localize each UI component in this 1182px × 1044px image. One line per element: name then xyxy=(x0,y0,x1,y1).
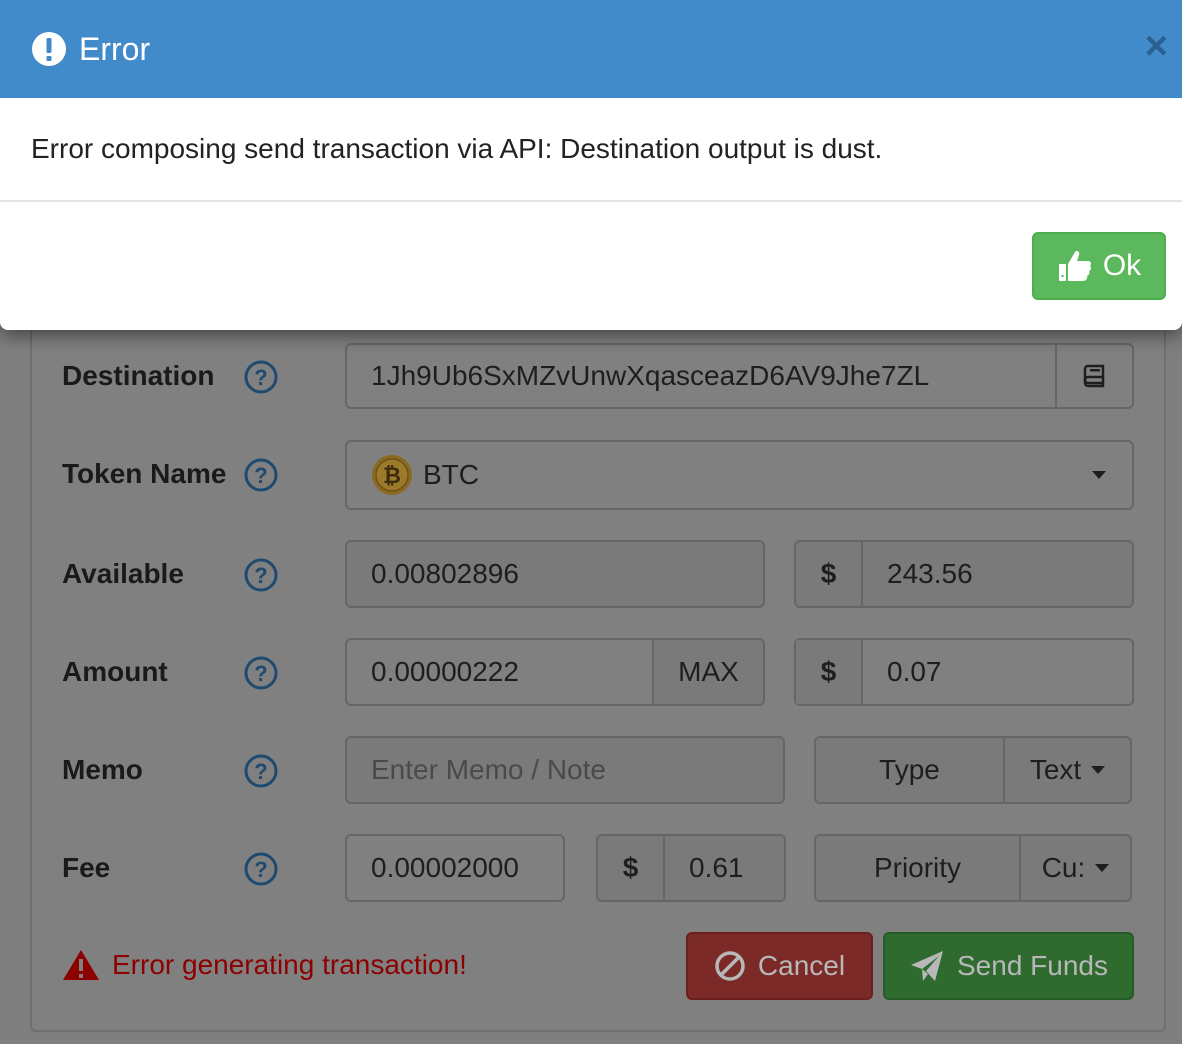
modal-message: Error composing send transaction via API… xyxy=(31,133,883,164)
svg-text:?: ? xyxy=(254,661,267,686)
destination-label: Destination xyxy=(62,360,215,391)
bitcoin-icon: ₿ xyxy=(372,455,412,495)
warning-icon xyxy=(63,950,99,980)
svg-text:?: ? xyxy=(254,365,267,390)
modal-header: Error × xyxy=(0,0,1182,98)
help-icon[interactable]: ? xyxy=(244,656,278,690)
fee-usd-value: 0.61 xyxy=(689,852,744,883)
memo-type-group: Type Text xyxy=(814,736,1132,804)
svg-text:?: ? xyxy=(254,563,267,588)
fee-label: Fee xyxy=(62,852,111,883)
svg-text:₿: ₿ xyxy=(383,463,401,488)
svg-text:?: ? xyxy=(254,463,267,488)
memo-type-value: Text xyxy=(1029,754,1082,785)
token-name-label: Token Name xyxy=(62,458,227,489)
help-icon[interactable]: ? xyxy=(244,852,278,886)
paper-plane-icon xyxy=(911,951,943,981)
available-usd-field: $ 243.56 xyxy=(794,540,1134,608)
chevron-down-icon xyxy=(1092,471,1106,479)
available-label: Available xyxy=(62,558,184,589)
memo-type-label: Type xyxy=(879,754,940,785)
token-value: BTC xyxy=(423,459,479,490)
priority-label: Priority xyxy=(873,852,962,883)
destination-input[interactable]: 1Jh9Ub6SxMZvUnwXqasceazD6AV9Jhe7ZL xyxy=(345,343,1134,409)
thumbs-up-icon xyxy=(1058,251,1091,281)
transaction-error: Error generating transaction! xyxy=(62,948,467,982)
memo-type-dropdown[interactable]: Text xyxy=(1003,738,1130,802)
exclamation-circle-icon xyxy=(32,32,66,66)
max-button[interactable]: MAX xyxy=(652,640,763,704)
available-field: 0.00802896 xyxy=(345,540,765,608)
dollar-addon: $ xyxy=(796,640,863,704)
memo-input[interactable]: Enter Memo / Note xyxy=(345,736,785,804)
amount-value: 0.00000222 xyxy=(371,656,519,687)
destination-value: 1Jh9Ub6SxMZvUnwXqasceazD6AV9Jhe7ZL xyxy=(371,360,930,391)
amount-input[interactable]: 0.00000222 MAX xyxy=(345,638,765,706)
amount-usd-value: 0.07 xyxy=(887,656,942,687)
chevron-down-icon xyxy=(1095,864,1110,872)
address-book-button[interactable] xyxy=(1055,345,1132,407)
dollar-addon: $ xyxy=(796,542,863,606)
chevron-down-icon xyxy=(1091,766,1106,774)
amount-usd-input[interactable]: $ 0.07 xyxy=(794,638,1134,706)
svg-text:?: ? xyxy=(254,759,267,784)
ok-button[interactable]: Ok xyxy=(1032,232,1166,300)
modal-title: Error xyxy=(79,30,151,67)
help-icon[interactable]: ? xyxy=(244,558,278,592)
address-book-icon xyxy=(1083,364,1104,388)
priority-dropdown[interactable]: Cu: xyxy=(1019,836,1130,900)
help-icon[interactable]: ? xyxy=(244,458,278,492)
priority-value: Cu: xyxy=(1041,852,1086,883)
send-funds-button[interactable]: Send Funds xyxy=(883,932,1134,1000)
transaction-error-text: Error generating transaction! xyxy=(112,949,467,980)
fee-usd-field: $ 0.61 xyxy=(596,834,786,902)
available-value: 0.00802896 xyxy=(371,558,519,589)
help-icon[interactable]: ? xyxy=(244,360,278,394)
ban-icon xyxy=(715,951,745,981)
memo-placeholder: Enter Memo / Note xyxy=(371,754,606,785)
token-select[interactable]: ₿ BTC xyxy=(345,440,1134,510)
modal-body: Error composing send transaction via API… xyxy=(0,98,1182,202)
close-icon[interactable]: × xyxy=(1145,26,1168,66)
help-icon[interactable]: ? xyxy=(244,754,278,788)
svg-text:?: ? xyxy=(254,857,267,882)
cancel-button[interactable]: Cancel xyxy=(686,932,873,1000)
amount-label: Amount xyxy=(62,656,168,687)
ok-label: Ok xyxy=(1102,249,1142,282)
fee-value: 0.00002000 xyxy=(371,852,519,883)
fee-priority-group: Priority Cu: xyxy=(814,834,1132,902)
send-funds-label: Send Funds xyxy=(957,950,1108,981)
available-usd-value: 243.56 xyxy=(887,558,973,589)
fee-input[interactable]: 0.00002000 xyxy=(345,834,565,902)
dollar-addon: $ xyxy=(598,836,665,900)
cancel-label: Cancel xyxy=(757,950,846,981)
error-modal: Error × Error composing send transaction… xyxy=(0,0,1182,330)
memo-label: Memo xyxy=(62,754,143,785)
